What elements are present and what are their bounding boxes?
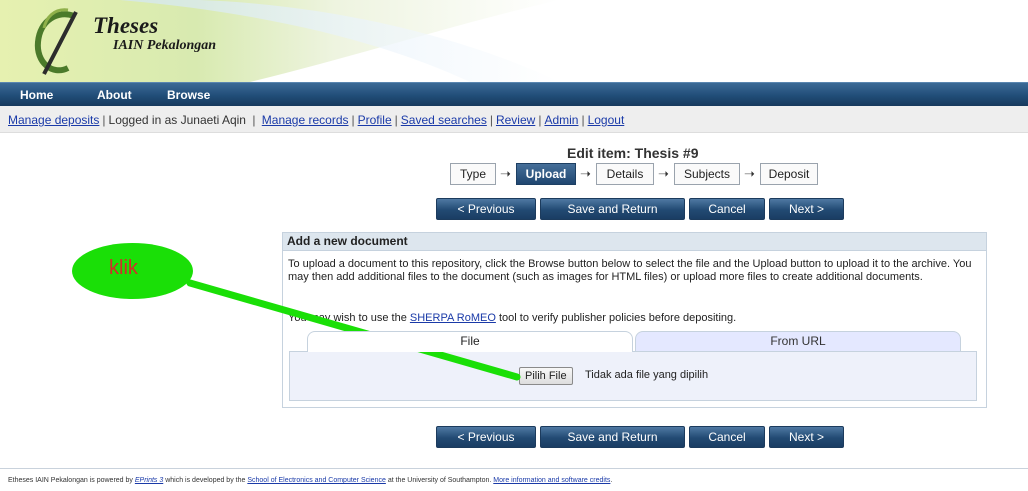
- previous-button[interactable]: < Previous: [436, 198, 536, 220]
- main-nav: Home About Browse: [0, 82, 1028, 106]
- arrow-right-icon: ➝: [658, 166, 669, 181]
- footer-text-2: which is developed by the: [165, 477, 246, 484]
- choose-file-button[interactable]: Pilih File: [519, 367, 573, 385]
- school-link[interactable]: School of Electronics and Computer Scien…: [247, 477, 386, 484]
- admin-link[interactable]: Admin: [544, 113, 578, 127]
- separator: |: [538, 113, 542, 127]
- page-title: Edit item: Thesis #9: [567, 145, 699, 161]
- logo-icon: [34, 8, 78, 75]
- footer-end: .: [610, 477, 613, 484]
- upload-tabs: File From URL: [289, 331, 977, 352]
- logo-title: Theses: [93, 13, 159, 38]
- panel-title: Add a new document: [283, 233, 986, 251]
- logged-in-text: Logged in as Junaeti Aqin: [108, 113, 246, 127]
- panel-intro-text: To upload a document to this repository,…: [288, 258, 972, 283]
- file-tab-body: Pilih File Tidak ada file yang dipilih: [289, 351, 977, 401]
- next-button[interactable]: Next >: [769, 426, 844, 448]
- logout-link[interactable]: Logout: [588, 113, 625, 127]
- arrow-right-icon: ➝: [580, 166, 591, 181]
- eprints-link[interactable]: EPrints 3: [135, 477, 163, 484]
- site-header: Theses IAIN Pekalongan: [0, 0, 1028, 82]
- footer-divider: [0, 468, 1028, 469]
- saved-searches-link[interactable]: Saved searches: [401, 113, 487, 127]
- separator: |: [102, 113, 106, 127]
- workflow-step-deposit[interactable]: Deposit: [760, 163, 818, 185]
- file-status-text: Tidak ada file yang dipilih: [585, 369, 709, 381]
- next-button[interactable]: Next >: [769, 198, 844, 220]
- sherpa-suffix: tool to verify publisher policies before…: [498, 312, 737, 324]
- site-logo[interactable]: Theses IAIN Pekalongan: [93, 14, 216, 54]
- sherpa-prefix: You may wish to use the: [288, 312, 407, 324]
- workflow-step-details[interactable]: Details: [596, 163, 654, 185]
- previous-button[interactable]: < Previous: [436, 426, 536, 448]
- cancel-button[interactable]: Cancel: [689, 426, 765, 448]
- workflow-step-type[interactable]: Type: [450, 163, 496, 185]
- separator: |: [394, 113, 398, 127]
- arrow-right-icon: ➝: [744, 166, 755, 181]
- nav-home[interactable]: Home: [20, 88, 53, 102]
- workflow-step-subjects[interactable]: Subjects: [674, 163, 740, 185]
- footer-text-1: Etheses IAIN Pekalongan is powered by: [8, 477, 133, 484]
- workflow-step-upload[interactable]: Upload: [516, 163, 576, 185]
- sherpa-romeo-link[interactable]: SHERPA RoMEO: [410, 312, 496, 324]
- nav-about[interactable]: About: [97, 88, 132, 102]
- site-footer: Etheses IAIN Pekalongan is powered by EP…: [8, 477, 612, 484]
- cancel-button[interactable]: Cancel: [689, 198, 765, 220]
- more-info-link[interactable]: More information and software credits: [493, 477, 610, 484]
- separator: |: [351, 113, 355, 127]
- separator: |: [581, 113, 585, 127]
- user-toolbar: Manage deposits | Logged in as Junaeti Aqi…: [0, 106, 1028, 133]
- tab-from-url[interactable]: From URL: [635, 331, 961, 352]
- save-and-return-button[interactable]: Save and Return: [540, 426, 685, 448]
- separator: |: [489, 113, 493, 127]
- footer-text-3: at the University of Southampton.: [387, 477, 492, 484]
- manage-records-link[interactable]: Manage records: [262, 113, 349, 127]
- review-link[interactable]: Review: [496, 113, 535, 127]
- add-document-panel: Add a new document To upload a document …: [282, 232, 987, 408]
- annotation-text: klik: [109, 257, 138, 279]
- tab-file[interactable]: File: [307, 331, 633, 352]
- save-and-return-button[interactable]: Save and Return: [540, 198, 685, 220]
- separator: |: [248, 113, 259, 127]
- sherpa-text: You may wish to use the SHERPA RoMEO too…: [288, 312, 736, 324]
- logo-subtitle: IAIN Pekalongan: [113, 38, 217, 53]
- profile-link[interactable]: Profile: [358, 113, 392, 127]
- manage-deposits-link[interactable]: Manage deposits: [8, 113, 99, 127]
- eprints-link-text: EPrints 3: [134, 477, 164, 484]
- arrow-right-icon: ➝: [500, 166, 511, 181]
- nav-browse[interactable]: Browse: [167, 88, 210, 102]
